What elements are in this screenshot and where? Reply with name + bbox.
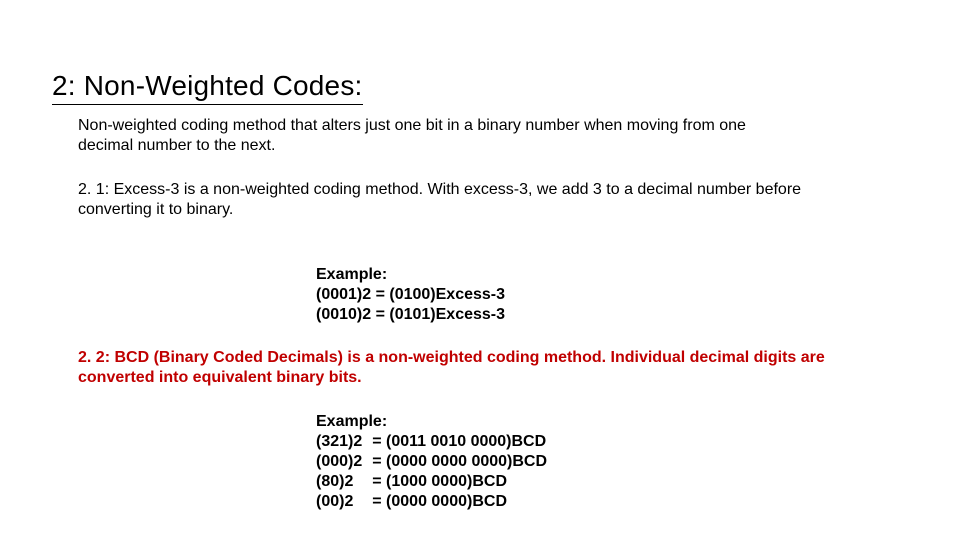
example-2-lhs: (00)2 [316, 492, 366, 512]
intro-paragraph: Non-weighted coding method that alters j… [78, 116, 778, 156]
example-2-rhs: = (1000 0000)BCD [366, 472, 549, 492]
example-2: Example: (321)2 = (0011 0010 0000)BCD (0… [316, 412, 549, 512]
example-2-lhs: (000)2 [316, 452, 366, 472]
table-row: (00)2 = (0000 0000)BCD [316, 492, 549, 512]
example-2-rhs: = (0000 0000 0000)BCD [366, 452, 549, 472]
example-2-rhs: = (0000 0000)BCD [366, 492, 549, 512]
example-1-title: Example: [316, 265, 505, 285]
table-row: (80)2 = (1000 0000)BCD [316, 472, 549, 492]
example-2-table: (321)2 = (0011 0010 0000)BCD (000)2 = (0… [316, 432, 549, 512]
example-1: Example: (0001)2 = (0100)Excess-3 (0010)… [316, 265, 505, 325]
subsection-2-2: 2. 2: BCD (Binary Coded Decimals) is a n… [78, 348, 888, 388]
section-heading: 2: Non-Weighted Codes: [52, 70, 363, 105]
example-2-lhs: (321)2 [316, 432, 366, 452]
example-1-line-1: (0001)2 = (0100)Excess-3 [316, 285, 505, 305]
example-1-line-2: (0010)2 = (0101)Excess-3 [316, 305, 505, 325]
slide: 2: Non-Weighted Codes: Non-weighted codi… [0, 0, 960, 540]
table-row: (000)2 = (0000 0000 0000)BCD [316, 452, 549, 472]
table-row: (321)2 = (0011 0010 0000)BCD [316, 432, 549, 452]
example-2-rhs: = (0011 0010 0000)BCD [366, 432, 549, 452]
subsection-2-1: 2. 1: Excess-3 is a non-weighted coding … [78, 180, 868, 220]
example-2-title: Example: [316, 412, 549, 432]
example-2-lhs: (80)2 [316, 472, 366, 492]
